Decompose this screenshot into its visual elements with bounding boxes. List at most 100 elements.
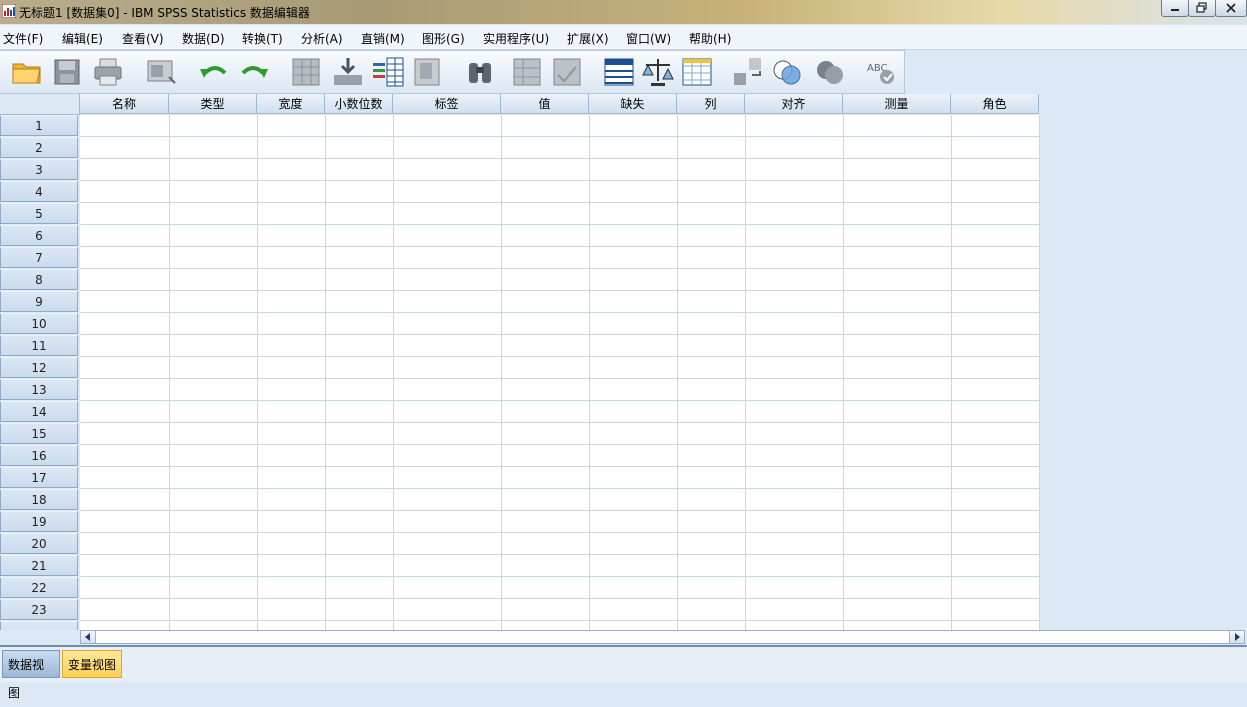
menu-marketing[interactable]: 直销(M) [361, 30, 405, 47]
col-header-columns[interactable]: 列 [677, 94, 745, 114]
variable-grid[interactable]: 名称 类型 宽度 小数位数 标签 值 缺失 列 对齐 测量 角色 1234567… [0, 94, 1247, 630]
row-header[interactable]: 11 [0, 335, 78, 356]
undo-icon[interactable] [197, 55, 231, 89]
table-row[interactable] [80, 445, 1040, 467]
table-row[interactable] [80, 203, 1040, 225]
table-row[interactable] [80, 335, 1040, 357]
tab-variable-view[interactable]: 变量视图 [62, 650, 122, 678]
insert-cases-icon[interactable] [510, 55, 544, 89]
grid-corner[interactable] [0, 94, 80, 115]
row-header-partial[interactable] [0, 621, 78, 630]
row-header[interactable]: 23 [0, 599, 78, 620]
table-row[interactable] [80, 401, 1040, 423]
row-header[interactable]: 18 [0, 489, 78, 510]
spss-app-icon[interactable] [2, 4, 16, 18]
open-folder-icon[interactable] [10, 55, 44, 89]
menu-graphs[interactable]: 图形(G) [422, 30, 465, 47]
row-header[interactable]: 1 [0, 115, 78, 136]
row-header[interactable]: 16 [0, 445, 78, 466]
run-descriptives-icon[interactable] [411, 55, 445, 89]
close-button[interactable] [1215, 0, 1247, 17]
menu-help[interactable]: 帮助(H) [689, 30, 731, 47]
maximize-button[interactable] [1188, 0, 1216, 17]
redo-icon[interactable] [237, 55, 271, 89]
row-header[interactable]: 6 [0, 225, 78, 246]
table-row[interactable] [80, 599, 1040, 621]
table-row[interactable] [80, 159, 1040, 181]
table-row[interactable] [80, 247, 1040, 269]
menu-file[interactable]: 文件(F) [3, 30, 43, 47]
insert-variable-icon[interactable] [550, 55, 584, 89]
table-row[interactable] [80, 489, 1040, 511]
row-header[interactable]: 12 [0, 357, 78, 378]
table-row[interactable] [80, 379, 1040, 401]
menu-extensions[interactable]: 扩展(X) [567, 30, 609, 47]
goto-case-icon[interactable] [289, 55, 323, 89]
tab-data-view[interactable]: 数据视图 [2, 650, 60, 700]
col-header-role[interactable]: 角色 [951, 94, 1039, 114]
menu-data[interactable]: 数据(D) [182, 30, 225, 47]
split-file-icon[interactable] [602, 55, 636, 89]
row-header[interactable]: 13 [0, 379, 78, 400]
row-header[interactable]: 3 [0, 159, 78, 180]
row-header[interactable]: 17 [0, 467, 78, 488]
row-header[interactable]: 9 [0, 291, 78, 312]
table-row[interactable] [80, 269, 1040, 291]
col-header-decimals[interactable]: 小数位数 [325, 94, 393, 114]
table-row[interactable] [80, 467, 1040, 489]
select-cases-icon[interactable] [680, 55, 714, 89]
col-header-label[interactable]: 标签 [393, 94, 501, 114]
menu-window[interactable]: 窗口(W) [626, 30, 671, 47]
row-header[interactable]: 5 [0, 203, 78, 224]
use-variable-sets-icon[interactable] [770, 55, 804, 89]
print-icon[interactable] [91, 55, 125, 89]
menu-transform[interactable]: 转换(T) [242, 30, 283, 47]
value-labels-icon[interactable] [732, 55, 766, 89]
table-row[interactable] [80, 137, 1040, 159]
save-icon[interactable] [50, 55, 84, 89]
row-header[interactable]: 4 [0, 181, 78, 202]
row-header[interactable]: 19 [0, 511, 78, 532]
col-header-values[interactable]: 值 [501, 94, 589, 114]
table-row[interactable] [80, 555, 1040, 577]
col-header-missing[interactable]: 缺失 [589, 94, 677, 114]
table-row[interactable] [80, 291, 1040, 313]
scroll-thumb[interactable] [96, 631, 1229, 643]
menu-analyze[interactable]: 分析(A) [301, 30, 343, 47]
table-row[interactable] [80, 423, 1040, 445]
row-header[interactable]: 22 [0, 577, 78, 598]
row-header[interactable]: 14 [0, 401, 78, 422]
col-header-measure[interactable]: 测量 [843, 94, 951, 114]
scroll-right-button[interactable] [1229, 631, 1244, 643]
row-header[interactable]: 20 [0, 533, 78, 554]
table-row[interactable] [80, 115, 1040, 137]
table-row[interactable] [80, 225, 1040, 247]
row-header[interactable]: 10 [0, 313, 78, 334]
weight-cases-icon[interactable] [641, 55, 675, 89]
dialog-recall-icon[interactable] [145, 55, 179, 89]
variables-icon[interactable] [371, 55, 405, 89]
row-header[interactable]: 8 [0, 269, 78, 290]
table-row[interactable] [80, 313, 1040, 335]
spell-check-icon[interactable]: ABC [864, 55, 898, 89]
goto-variable-icon[interactable] [331, 55, 365, 89]
col-header-type[interactable]: 类型 [169, 94, 257, 114]
show-all-variables-icon[interactable] [813, 55, 847, 89]
col-header-align[interactable]: 对齐 [745, 94, 843, 114]
minimize-button[interactable] [1161, 0, 1189, 17]
table-row[interactable] [80, 357, 1040, 379]
find-icon[interactable] [463, 55, 497, 89]
table-row[interactable] [80, 621, 1040, 630]
table-row[interactable] [80, 577, 1040, 599]
row-header[interactable]: 21 [0, 555, 78, 576]
table-row[interactable] [80, 181, 1040, 203]
menu-utilities[interactable]: 实用程序(U) [483, 30, 549, 47]
scroll-left-button[interactable] [81, 631, 96, 643]
table-row[interactable] [80, 533, 1040, 555]
table-row[interactable] [80, 511, 1040, 533]
menu-edit[interactable]: 编辑(E) [62, 30, 103, 47]
col-header-name[interactable]: 名称 [80, 94, 169, 114]
row-header[interactable]: 15 [0, 423, 78, 444]
menu-view[interactable]: 查看(V) [122, 30, 164, 47]
row-header[interactable]: 2 [0, 137, 78, 158]
